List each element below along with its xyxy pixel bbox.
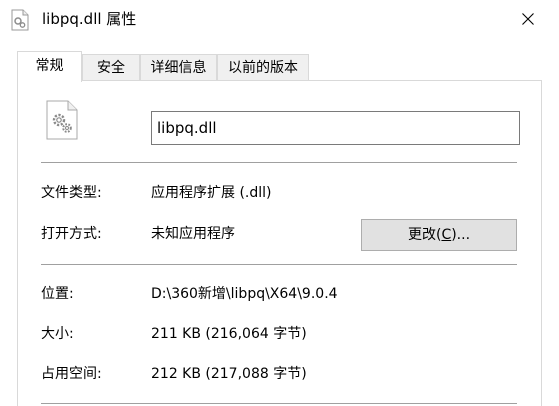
file-name-input[interactable]: [151, 111, 520, 145]
tab-details[interactable]: 详细信息: [140, 54, 217, 81]
size-value: 211 KB (216,064 字节): [151, 326, 307, 342]
separator: [41, 403, 517, 404]
separator: [41, 162, 517, 163]
tab-previous-versions[interactable]: 以前的版本: [217, 54, 309, 81]
separator: [41, 264, 517, 265]
size-on-disk-value: 212 KB (217,088 字节): [151, 366, 307, 382]
close-icon: [522, 13, 534, 25]
tab-general[interactable]: 常规: [17, 51, 82, 82]
size-on-disk-label: 占用空间:: [41, 366, 102, 382]
dll-file-gear-icon: [46, 100, 78, 140]
general-panel: 文件类型: 应用程序扩展 (.dll) 打开方式: 未知应用程序 更改(C)..…: [17, 80, 542, 406]
tab-security[interactable]: 安全: [82, 54, 140, 81]
change-button-accel: C: [441, 227, 452, 243]
properties-dialog: libpq.dll 属性 常规 安全 详细信息 以前的版本 libpq.dll …: [0, 0, 559, 406]
dll-file-icon: [11, 9, 29, 31]
title-bar: libpq.dll 属性: [0, 0, 559, 38]
window-title: libpq.dll 属性: [42, 10, 137, 28]
close-button[interactable]: [505, 0, 551, 38]
change-button[interactable]: 更改(C)...: [361, 219, 517, 251]
opens-with-value: 未知应用程序: [151, 226, 235, 242]
change-button-text: 更改(: [407, 227, 442, 243]
change-button-suffix: )...: [451, 227, 471, 243]
location-label: 位置:: [41, 286, 74, 302]
opens-with-label: 打开方式:: [41, 226, 102, 242]
file-type-value: 应用程序扩展 (.dll): [151, 185, 272, 201]
size-label: 大小:: [41, 326, 74, 342]
location-value: D:\360新增\libpq\X64\9.0.4: [151, 286, 338, 302]
file-type-label: 文件类型:: [41, 185, 102, 201]
